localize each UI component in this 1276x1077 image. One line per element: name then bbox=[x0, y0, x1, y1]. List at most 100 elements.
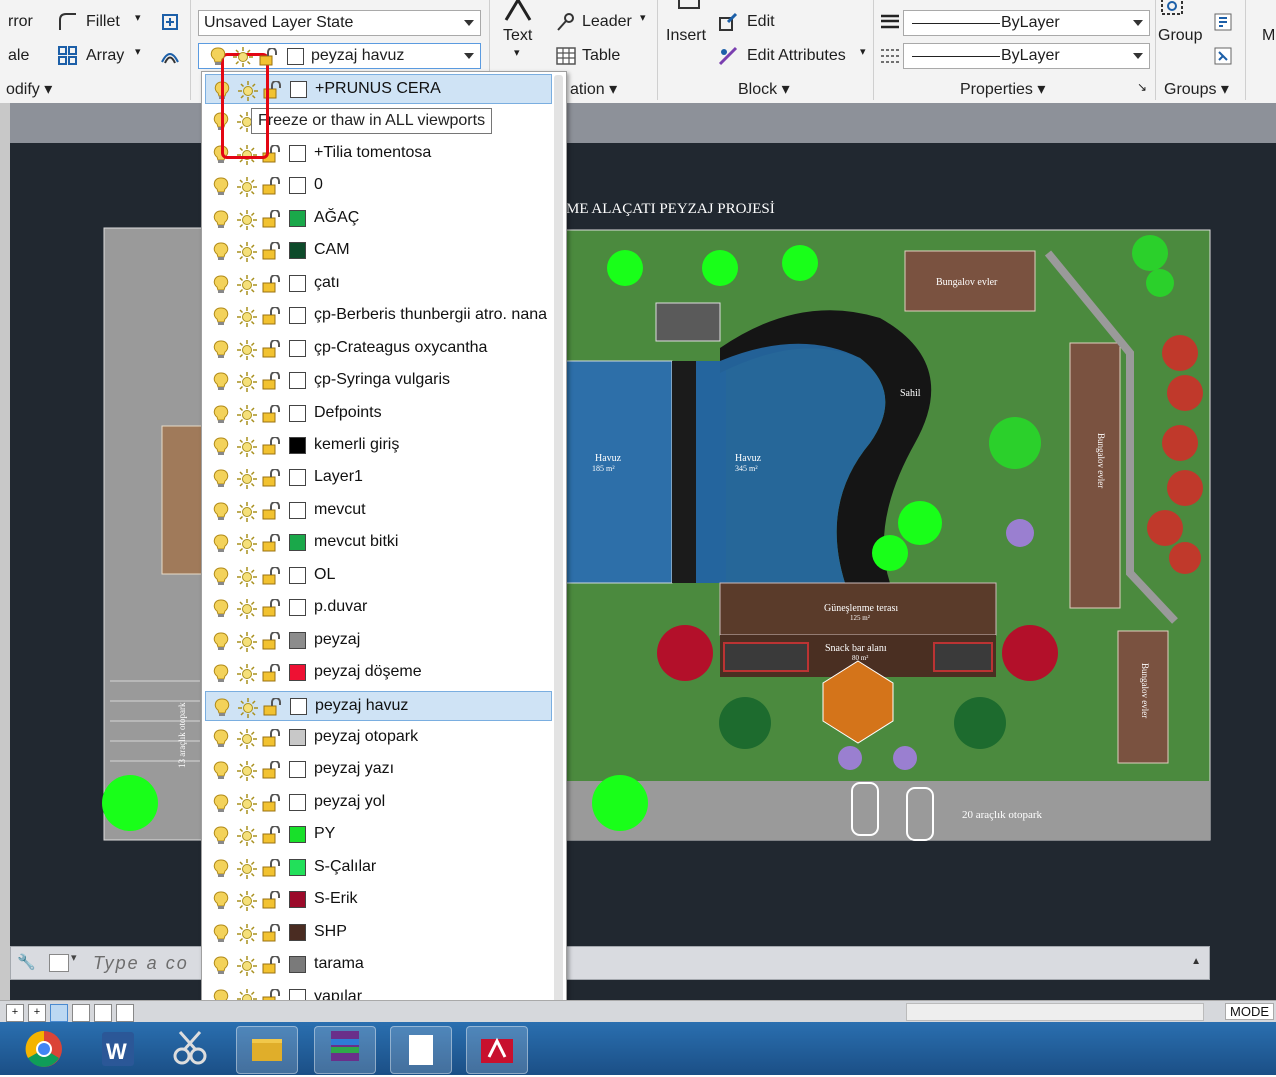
scale-button[interactable]: ale bbox=[8, 47, 29, 65]
unlock-icon[interactable] bbox=[262, 209, 282, 228]
color-swatch[interactable] bbox=[289, 242, 306, 260]
lightbulb-icon[interactable] bbox=[213, 924, 229, 944]
layer-row[interactable]: çp-Syringa vulgaris bbox=[205, 366, 552, 396]
color-swatch[interactable] bbox=[289, 501, 306, 519]
color-swatch[interactable] bbox=[289, 923, 306, 941]
layer-row[interactable]: peyzaj döşeme bbox=[205, 658, 552, 688]
array-dropdown-icon[interactable]: ▾ bbox=[135, 45, 141, 58]
sun-icon[interactable] bbox=[237, 177, 257, 198]
word-icon[interactable]: W bbox=[88, 1026, 148, 1072]
lineweight-icon[interactable] bbox=[880, 12, 900, 32]
color-swatch[interactable] bbox=[289, 566, 306, 584]
sun-icon[interactable] bbox=[238, 697, 258, 718]
color-swatch[interactable] bbox=[289, 956, 306, 974]
leader-button[interactable]: Leader bbox=[582, 13, 632, 31]
lightbulb-icon[interactable] bbox=[213, 567, 229, 587]
color-swatch[interactable] bbox=[289, 469, 306, 487]
horizontal-scrollbar[interactable] bbox=[906, 1003, 1204, 1021]
color-swatch[interactable] bbox=[289, 436, 306, 454]
lightbulb-icon[interactable] bbox=[213, 210, 229, 230]
chrome-icon[interactable] bbox=[14, 1026, 74, 1072]
command-history-icon[interactable] bbox=[49, 954, 69, 972]
lightbulb-icon[interactable] bbox=[213, 404, 229, 425]
layout-icon[interactable] bbox=[72, 1004, 90, 1022]
sun-icon[interactable] bbox=[237, 631, 257, 652]
add-layout-icon[interactable] bbox=[116, 1004, 134, 1022]
fillet-icon[interactable] bbox=[58, 12, 78, 32]
layer-row[interactable]: Layer1 bbox=[205, 463, 552, 493]
grid-icon[interactable] bbox=[50, 1004, 68, 1022]
lightbulb-icon[interactable] bbox=[213, 632, 229, 652]
color-swatch[interactable] bbox=[289, 631, 306, 649]
layer-row[interactable]: S-Çalılar bbox=[205, 853, 552, 883]
command-input[interactable]: Type a co bbox=[93, 953, 189, 974]
modify-panel-label[interactable]: odify ▾ bbox=[6, 79, 52, 99]
lightbulb-icon[interactable] bbox=[213, 177, 229, 197]
notepad-icon[interactable] bbox=[390, 1026, 452, 1074]
layer-row[interactable]: kemerli giriş bbox=[205, 431, 552, 461]
offset-icon[interactable] bbox=[160, 46, 180, 66]
layer-dropdown-list[interactable]: +PRUNUS CERA+Prunus...+Tilia tomentosa0A… bbox=[201, 71, 567, 1047]
sun-icon[interactable] bbox=[237, 793, 257, 814]
color-swatch[interactable] bbox=[289, 274, 306, 292]
color-swatch[interactable] bbox=[289, 339, 306, 357]
scroll-up-icon[interactable]: ▲ bbox=[1191, 956, 1201, 967]
insert-icon[interactable] bbox=[675, 0, 705, 18]
edit-attributes-dropdown-icon[interactable]: ▾ bbox=[860, 45, 866, 58]
color-swatch[interactable] bbox=[289, 761, 306, 779]
unlock-icon[interactable] bbox=[262, 664, 282, 682]
layer-row[interactable]: çp-Crateagus oxycantha bbox=[205, 334, 552, 364]
lineweight-dropdown[interactable]: ByLayer bbox=[903, 43, 1150, 69]
drawing-canvas[interactable]: ME ALAÇATI PEYZAJ PROJESİ Havuz 185 m² H… bbox=[0, 103, 1276, 1003]
edit-block-button[interactable]: Edit bbox=[747, 13, 775, 31]
lightbulb-icon[interactable] bbox=[213, 664, 229, 684]
unlock-icon[interactable] bbox=[262, 566, 282, 585]
color-swatch[interactable] bbox=[289, 534, 306, 552]
new-layout-icon[interactable] bbox=[94, 1004, 112, 1022]
sun-icon[interactable] bbox=[237, 891, 257, 912]
command-line[interactable]: 🔧 ▾ Type a co ▲ bbox=[10, 946, 1210, 980]
snap-icon[interactable]: + bbox=[6, 1004, 24, 1022]
unlock-icon[interactable] bbox=[262, 404, 282, 423]
edit-attributes-button[interactable]: Edit Attributes bbox=[747, 47, 846, 65]
lightbulb-icon[interactable] bbox=[213, 891, 229, 911]
sun-icon[interactable] bbox=[237, 599, 257, 620]
sun-icon[interactable] bbox=[237, 956, 257, 977]
color-swatch[interactable] bbox=[290, 81, 307, 98]
lightbulb-icon[interactable] bbox=[213, 534, 229, 554]
lightbulb-icon[interactable] bbox=[213, 956, 229, 976]
color-swatch[interactable] bbox=[289, 599, 306, 617]
autocad-icon[interactable] bbox=[466, 1026, 528, 1074]
sun-icon[interactable] bbox=[237, 566, 257, 587]
lightbulb-icon[interactable] bbox=[213, 859, 229, 879]
layer-row[interactable]: 0 bbox=[205, 171, 552, 201]
color-swatch[interactable] bbox=[289, 664, 306, 682]
layer-row[interactable]: peyzaj havuz bbox=[205, 690, 552, 721]
unlock-icon[interactable] bbox=[262, 858, 282, 877]
sun-icon[interactable] bbox=[237, 729, 257, 749]
leader-icon[interactable] bbox=[556, 12, 576, 32]
layer-row[interactable]: mevcut bbox=[205, 496, 552, 526]
unlock-icon[interactable] bbox=[262, 534, 282, 552]
lightbulb-icon[interactable] bbox=[213, 469, 229, 489]
sun-icon[interactable] bbox=[237, 242, 257, 263]
unlock-icon[interactable] bbox=[262, 793, 282, 812]
unlock-icon[interactable] bbox=[262, 891, 282, 909]
linetype-dropdown[interactable]: ByLayer bbox=[903, 10, 1150, 36]
chevron-down-icon[interactable]: ▾ bbox=[71, 951, 77, 964]
snipping-tool-icon[interactable] bbox=[160, 1026, 220, 1072]
lightbulb-icon[interactable] bbox=[213, 761, 229, 781]
layer-row[interactable]: PY bbox=[205, 820, 552, 850]
lightbulb-icon[interactable] bbox=[213, 502, 229, 522]
unlock-icon[interactable] bbox=[262, 242, 282, 260]
lightbulb-icon[interactable] bbox=[213, 372, 229, 392]
lightbulb-icon[interactable] bbox=[210, 47, 226, 67]
unlock-icon[interactable] bbox=[262, 501, 282, 520]
group-select-icon[interactable] bbox=[1213, 46, 1233, 66]
unlock-icon[interactable] bbox=[262, 631, 282, 650]
properties-panel-label[interactable]: Properties ▾ bbox=[960, 79, 1045, 99]
unlock-icon[interactable] bbox=[262, 274, 282, 293]
lightbulb-icon[interactable] bbox=[213, 340, 229, 360]
unlock-icon[interactable] bbox=[262, 729, 282, 747]
layer-row[interactable]: p.duvar bbox=[205, 593, 552, 623]
